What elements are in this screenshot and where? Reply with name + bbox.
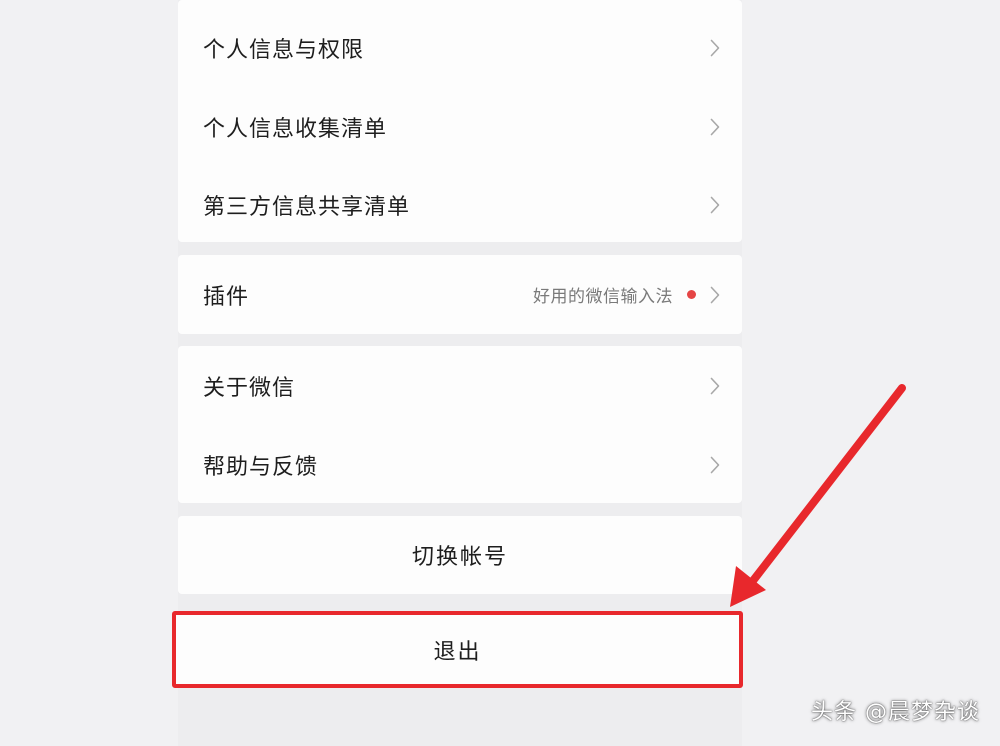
settings-item-label: 关于微信 xyxy=(203,375,296,401)
chevron-right-icon xyxy=(710,456,720,474)
switch-account-button[interactable]: 切换帐号 xyxy=(178,516,742,594)
settings-item-personal-info-permissions[interactable]: 个人信息与权限 xyxy=(178,8,742,87)
settings-item-about-wechat[interactable]: 关于微信 xyxy=(178,346,742,425)
switch-account-label: 切换帐号 xyxy=(411,545,508,570)
chevron-right-icon xyxy=(710,118,720,136)
chevron-right-icon xyxy=(710,377,720,395)
settings-item-help-feedback[interactable]: 帮助与反馈 xyxy=(178,425,742,504)
chevron-right-icon xyxy=(710,196,720,214)
settings-item-label: 插件 xyxy=(203,284,250,310)
settings-item-personal-info-collection-list[interactable]: 个人信息收集清单 xyxy=(178,87,742,166)
left-backdrop xyxy=(0,0,178,746)
new-badge-dot xyxy=(687,290,696,299)
logout-label: 退出 xyxy=(433,639,482,665)
plugins-card: 插件 好用的微信输入法 xyxy=(178,255,742,334)
chevron-right-icon xyxy=(710,39,720,57)
logout-button[interactable]: 退出 xyxy=(172,611,743,688)
privacy-settings-card: 个人信息与权限 个人信息收集清单 第三方信息共享清单 xyxy=(178,0,742,242)
settings-item-label: 第三方信息共享清单 xyxy=(203,194,411,220)
plugin-description: 好用的微信输入法 xyxy=(533,287,673,307)
about-card: 关于微信 帮助与反馈 xyxy=(178,346,742,503)
settings-item-third-party-sharing-list[interactable]: 第三方信息共享清单 xyxy=(178,165,742,244)
right-backdrop xyxy=(742,0,1000,746)
chevron-right-icon xyxy=(710,286,720,304)
settings-item-label: 个人信息收集清单 xyxy=(203,116,388,142)
watermark-text: 头条 @晨梦杂谈 xyxy=(811,700,980,725)
settings-item-plugins[interactable]: 插件 好用的微信输入法 xyxy=(178,255,742,334)
settings-item-label: 个人信息与权限 xyxy=(203,37,365,63)
settings-item-label: 帮助与反馈 xyxy=(203,454,319,480)
